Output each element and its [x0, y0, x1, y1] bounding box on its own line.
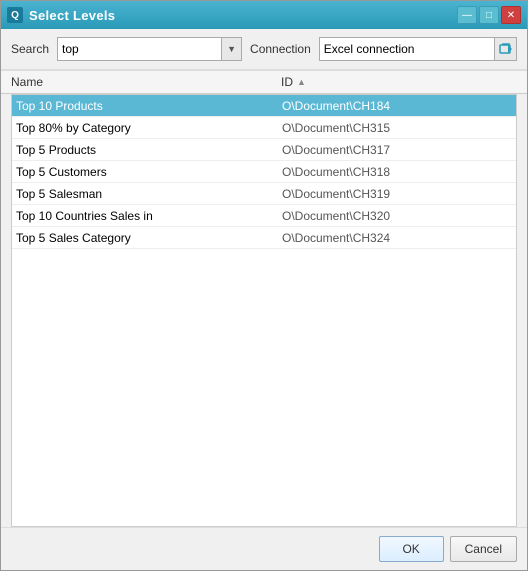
connection-browse-button[interactable] — [494, 38, 516, 60]
minimize-button[interactable]: — — [457, 6, 477, 24]
ok-button[interactable]: OK — [379, 536, 444, 562]
select-levels-window: Q Select Levels — □ ✕ Search ▼ Connectio… — [0, 0, 528, 571]
cell-name: Top 10 Countries Sales in — [16, 209, 282, 223]
search-wrapper: ▼ — [57, 37, 242, 61]
table-header: Name ID ▲ — [1, 70, 527, 94]
cell-name: Top 5 Customers — [16, 165, 282, 179]
table-row[interactable]: Top 5 CustomersO\Document\CH318 — [12, 161, 516, 183]
search-label: Search — [11, 42, 49, 56]
table-row[interactable]: Top 10 ProductsO\Document\CH184 — [12, 95, 516, 117]
title-bar-left: Q Select Levels — [7, 7, 115, 23]
cell-id: O\Document\CH320 — [282, 209, 512, 223]
toolbar: Search ▼ Connection — [1, 29, 527, 70]
table-row[interactable]: Top 5 SalesmanO\Document\CH319 — [12, 183, 516, 205]
table-row[interactable]: Top 5 Sales CategoryO\Document\CH324 — [12, 227, 516, 249]
cell-id: O\Document\CH184 — [282, 99, 512, 113]
app-icon: Q — [7, 7, 23, 23]
cancel-button[interactable]: Cancel — [450, 536, 517, 562]
table-row[interactable]: Top 5 ProductsO\Document\CH317 — [12, 139, 516, 161]
maximize-button[interactable]: □ — [479, 6, 499, 24]
window-title: Select Levels — [29, 8, 115, 23]
cell-id: O\Document\CH318 — [282, 165, 512, 179]
column-header-name[interactable]: Name — [11, 75, 281, 89]
cell-id: O\Document\CH324 — [282, 231, 512, 245]
table-body: Top 10 ProductsO\Document\CH184Top 80% b… — [11, 94, 517, 527]
connection-input[interactable] — [320, 38, 494, 60]
search-input[interactable] — [58, 38, 221, 60]
title-bar: Q Select Levels — □ ✕ — [1, 1, 527, 29]
connection-wrapper — [319, 37, 517, 61]
table-row[interactable]: Top 80% by CategoryO\Document\CH315 — [12, 117, 516, 139]
footer: OK Cancel — [1, 527, 527, 570]
connection-label: Connection — [250, 42, 311, 56]
cell-name: Top 5 Products — [16, 143, 282, 157]
cell-name: Top 10 Products — [16, 99, 282, 113]
cell-name: Top 5 Salesman — [16, 187, 282, 201]
cell-id: O\Document\CH319 — [282, 187, 512, 201]
cell-id: O\Document\CH315 — [282, 121, 512, 135]
column-header-id[interactable]: ID ▲ — [281, 75, 517, 89]
cell-name: Top 80% by Category — [16, 121, 282, 135]
sort-arrow-icon: ▲ — [297, 77, 306, 87]
close-button[interactable]: ✕ — [501, 6, 521, 24]
cell-name: Top 5 Sales Category — [16, 231, 282, 245]
title-bar-controls: — □ ✕ — [457, 6, 521, 24]
table-row[interactable]: Top 10 Countries Sales inO\Document\CH32… — [12, 205, 516, 227]
cell-id: O\Document\CH317 — [282, 143, 512, 157]
search-dropdown-button[interactable]: ▼ — [221, 38, 241, 60]
